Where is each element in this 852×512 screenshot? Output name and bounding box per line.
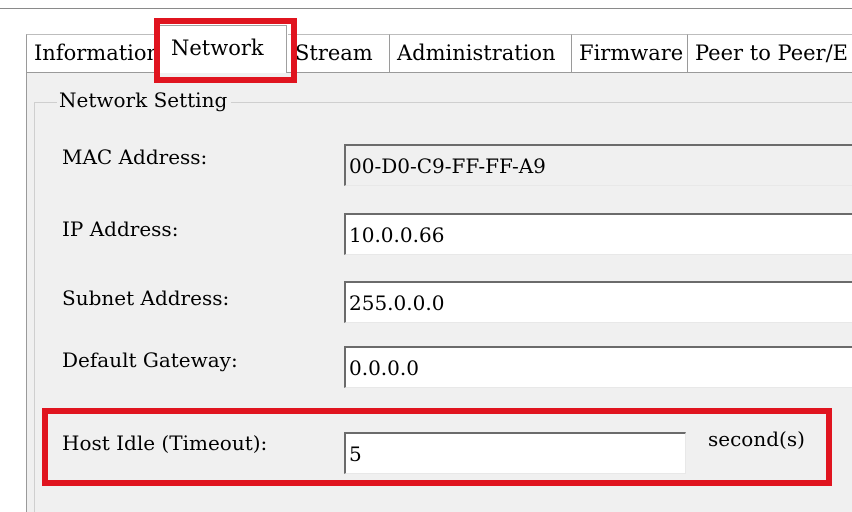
window-top-edge (0, 8, 852, 9)
tab-stream[interactable]: Stream (288, 34, 390, 72)
tab-peer-to-peer[interactable]: Peer to Peer/E (688, 34, 852, 72)
tab-network[interactable]: Network (156, 25, 287, 73)
tab-administration[interactable]: Administration (390, 34, 572, 72)
network-setting-legend: Network Setting (57, 86, 232, 114)
tab-information[interactable]: Information (26, 34, 161, 72)
tab-firmware[interactable]: Firmware (572, 34, 688, 72)
default-gateway-input[interactable]: 0.0.0.0 (344, 346, 852, 388)
mac-address-field: 00-D0-C9-FF-FF-A9 (344, 144, 852, 186)
timeout-unit-label: second(s) (708, 427, 805, 451)
ip-address-input[interactable]: 10.0.0.66 (344, 213, 852, 255)
subnet-address-input[interactable]: 255.0.0.0 (344, 281, 852, 323)
host-idle-timeout-label: Host Idle (Timeout): (62, 431, 268, 455)
subnet-address-label: Subnet Address: (62, 286, 230, 310)
default-gateway-label: Default Gateway: (62, 348, 238, 372)
ip-address-label: IP Address: (62, 217, 179, 241)
host-idle-timeout-input[interactable]: 5 (344, 432, 686, 474)
mac-address-label: MAC Address: (62, 145, 208, 169)
